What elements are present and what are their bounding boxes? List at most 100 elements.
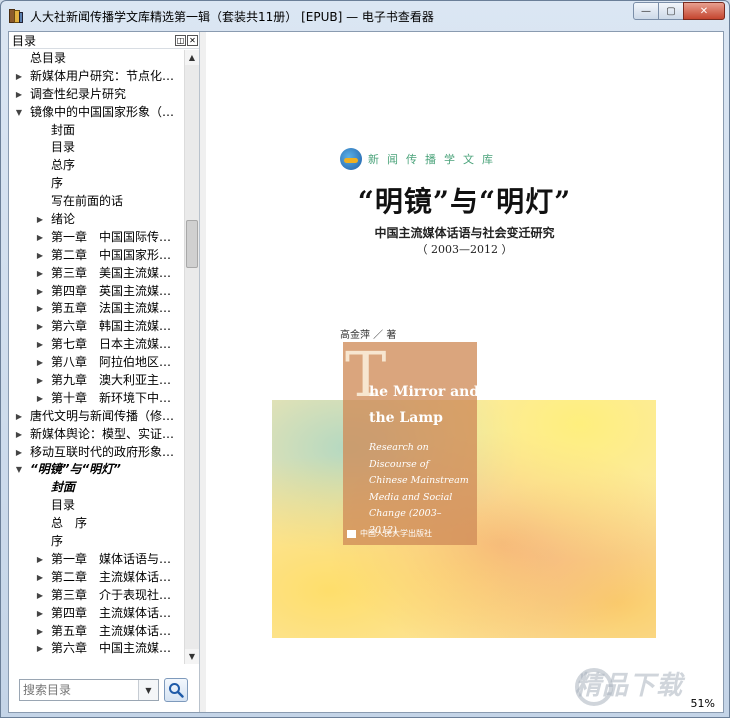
collapsed-arrow-icon[interactable]: ▶ (35, 569, 45, 587)
toc-item-label: 封面 (51, 480, 76, 495)
toc-item-label: 第十章 新环境下中… (51, 390, 172, 405)
app-window: 人大社新闻传播学文库精选第一辑（套装共11册） [EPUB] — 电子书查看器 … (0, 0, 730, 718)
collapsed-arrow-icon[interactable]: ▶ (35, 229, 45, 247)
series-label: 新闻传播学文库 (340, 148, 501, 170)
window-controls: — ▢ ✕ (633, 2, 725, 20)
minimize-button[interactable]: — (633, 2, 659, 20)
toc-item-label: 第七章 日本主流媒… (51, 337, 172, 352)
toc-item[interactable]: 序 (9, 533, 184, 551)
toc-item[interactable]: 总序 (9, 157, 184, 175)
collapsed-arrow-icon[interactable]: ▶ (35, 605, 45, 623)
toc-item-label: 唐代文明与新闻传播（修… (30, 408, 175, 423)
toc-tree[interactable]: 总目录 ▶ 新媒体用户研究：节点化… ▶ 调查性纪录片研究 ▼ 镜像中的中国国家形象（… 封面… (9, 50, 184, 664)
toc-item[interactable]: ▶ 调查性纪录片研究 (9, 86, 184, 104)
toc-item[interactable]: 写在前面的话 (9, 193, 184, 211)
toc-item[interactable]: ▶ 第五章 法国主流媒… (9, 300, 184, 318)
toc-item[interactable]: 总 序 (9, 515, 184, 533)
scroll-up-arrow-icon[interactable]: ▲ (185, 50, 199, 65)
collapsed-arrow-icon[interactable]: ▶ (35, 211, 45, 229)
series-name: 新闻传播学文库 (368, 153, 501, 166)
toc-item-label: 移动互联时代的政府形象… (30, 444, 175, 459)
book-viewer[interactable]: 新闻传播学文库 “明镜”与“明灯” 中国主流媒体话语与社会变迁研究 （ 2003… (206, 32, 723, 712)
toc-item[interactable]: ▶ 第二章 主流媒体话… (9, 569, 184, 587)
collapsed-arrow-icon[interactable]: ▶ (35, 623, 45, 641)
collapsed-arrow-icon[interactable]: ▶ (14, 86, 24, 104)
toc-item-label: 第三章 介于表现社… (51, 587, 172, 602)
toc-item[interactable]: 目录 (9, 139, 184, 157)
toc-search-box[interactable]: ▼ (19, 679, 159, 701)
toc-item-label: 第五章 法国主流媒… (51, 301, 172, 316)
toc-item[interactable]: ▶ 第九章 澳大利亚主… (9, 372, 184, 390)
toc-item[interactable]: ▶ 第七章 日本主流媒… (9, 336, 184, 354)
toc-item[interactable]: ▶ 第一章 媒体话语与… (9, 551, 184, 569)
close-button[interactable]: ✕ (683, 2, 725, 20)
maximize-button[interactable]: ▢ (658, 2, 684, 20)
toc-item[interactable]: 序 (9, 175, 184, 193)
toc-item-label: 第五章 主流媒体话… (51, 623, 172, 638)
toc-item[interactable]: 目录 (9, 497, 184, 515)
toc-item-label: 第二章 主流媒体话… (51, 569, 172, 584)
toc-item[interactable]: ▶ 新媒体舆论：模型、实证… (9, 426, 184, 444)
toc-title: 目录 (12, 33, 37, 48)
toc-scrollbar[interactable]: ▲ ▼ (184, 50, 199, 664)
toc-item[interactable]: ▶ 第六章 韩国主流媒… (9, 318, 184, 336)
expanded-arrow-icon[interactable]: ▼ (14, 461, 24, 479)
scroll-thumb[interactable] (186, 220, 198, 268)
title-bar[interactable]: 人大社新闻传播学文库精选第一辑（套装共11册） [EPUB] — 电子书查看器 … (1, 1, 729, 31)
toc-item[interactable]: ▼ “明镜”与“明灯” (9, 461, 184, 479)
collapsed-arrow-icon[interactable]: ▶ (35, 372, 45, 390)
toc-item[interactable]: ▶ 第八章 阿拉伯地区… (9, 354, 184, 372)
toc-item[interactable]: ▶ 第五章 主流媒体话… (9, 623, 184, 641)
toc-item[interactable]: ▶ 第四章 英国主流媒… (9, 283, 184, 301)
books-app-icon[interactable] (8, 8, 24, 24)
collapsed-arrow-icon[interactable]: ▶ (35, 247, 45, 265)
toc-close-icon[interactable]: ✕ (187, 34, 198, 46)
scroll-down-arrow-icon[interactable]: ▼ (185, 649, 199, 664)
collapsed-arrow-icon[interactable]: ▶ (14, 426, 24, 444)
collapsed-arrow-icon[interactable]: ▶ (35, 640, 45, 658)
toc-item[interactable]: ▼ 镜像中的中国国家形象（… (9, 104, 184, 122)
collapsed-arrow-icon[interactable]: ▶ (14, 408, 24, 426)
toc-item[interactable]: ▶ 绪论 (9, 211, 184, 229)
toc-item-label: 镜像中的中国国家形象（… (30, 104, 175, 119)
collapsed-arrow-icon[interactable]: ▶ (35, 587, 45, 605)
toc-item-label: 第八章 阿拉伯地区… (51, 355, 172, 370)
collapsed-arrow-icon[interactable]: ▶ (35, 318, 45, 336)
publisher: 中国人民大学出版社 (347, 528, 432, 539)
toc-item[interactable]: ▶ 第四章 主流媒体话… (9, 605, 184, 623)
toc-item[interactable]: ▶ 新媒体用户研究：节点化… (9, 68, 184, 86)
undock-icon[interactable]: ◫ (175, 34, 186, 46)
toc-item[interactable]: ▶ 唐代文明与新闻传播（修… (9, 408, 184, 426)
toc-item-label: “明镜”与“明灯” (30, 462, 121, 477)
collapsed-arrow-icon[interactable]: ▶ (35, 283, 45, 301)
search-button[interactable] (164, 678, 188, 702)
magnifier-icon (169, 683, 184, 698)
toc-item[interactable]: ▶ 第一章 中国国际传… (9, 229, 184, 247)
collapsed-arrow-icon[interactable]: ▶ (35, 300, 45, 318)
toc-item[interactable]: ▶ 第六章 中国主流媒… (9, 640, 184, 658)
zoom-level[interactable]: 51% (691, 697, 715, 710)
collapsed-arrow-icon[interactable]: ▶ (35, 551, 45, 569)
expanded-arrow-icon[interactable]: ▼ (14, 104, 24, 122)
toc-item-label: 序 (51, 534, 64, 549)
collapsed-arrow-icon[interactable]: ▶ (35, 265, 45, 283)
toc-item[interactable]: 封面 (9, 479, 184, 497)
toc-item[interactable]: ▶ 第二章 中国国家形… (9, 247, 184, 265)
toc-item[interactable]: 总目录 (9, 50, 184, 68)
toc-item-label: 第一章 中国国际传… (51, 229, 172, 244)
toc-item-label: 第三章 美国主流媒… (51, 265, 172, 280)
toc-item[interactable]: ▶ 第三章 美国主流媒… (9, 265, 184, 283)
toc-item[interactable]: ▶ 移动互联时代的政府形象… (9, 444, 184, 462)
search-history-dropdown-icon[interactable]: ▼ (138, 680, 158, 700)
collapsed-arrow-icon[interactable]: ▶ (35, 390, 45, 408)
cover-page: 新闻传播学文库 “明镜”与“明灯” 中国主流媒体话语与社会变迁研究 （ 2003… (206, 32, 723, 638)
collapsed-arrow-icon[interactable]: ▶ (14, 68, 24, 86)
toc-item[interactable]: ▶ 第十章 新环境下中… (9, 390, 184, 408)
toc-item[interactable]: 封面 (9, 122, 184, 140)
collapsed-arrow-icon[interactable]: ▶ (35, 336, 45, 354)
collapsed-arrow-icon[interactable]: ▶ (35, 354, 45, 372)
window-title: 人大社新闻传播学文库精选第一辑（套装共11册） [EPUB] — 电子书查看器 (30, 9, 434, 24)
toc-item[interactable]: ▶ 第三章 介于表现社… (9, 587, 184, 605)
toc-search-input[interactable] (20, 680, 138, 700)
collapsed-arrow-icon[interactable]: ▶ (14, 444, 24, 462)
